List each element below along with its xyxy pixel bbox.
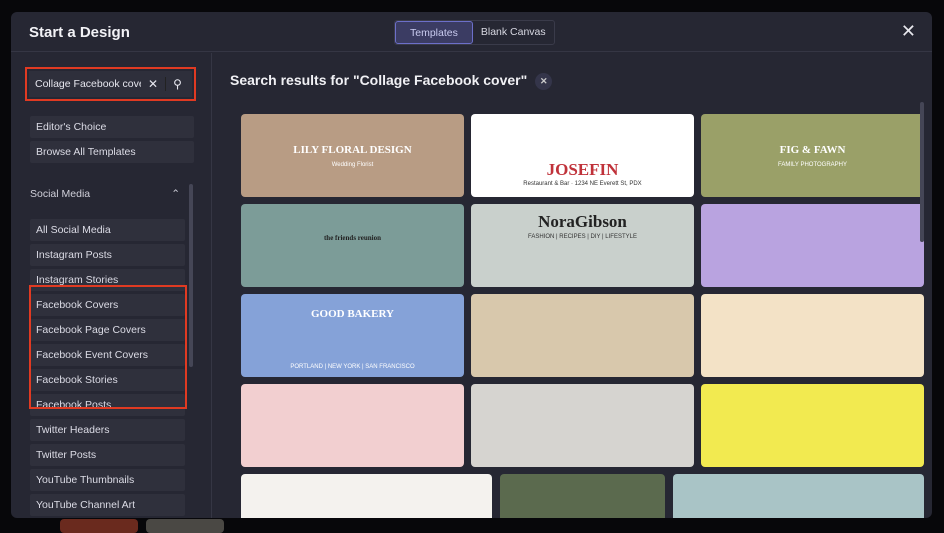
template-subtitle: PORTLAND | NEW YORK | SAN FRANCISCO: [290, 364, 415, 370]
sidebar-item-editors-choice[interactable]: Editor's Choice: [30, 116, 194, 138]
template-card[interactable]: [471, 294, 694, 377]
clear-results-icon[interactable]: ✕: [535, 72, 553, 90]
results-scrollbar[interactable]: [920, 102, 924, 242]
template-subtitle: FASHION | RECIPES | DIY | LIFESTYLE: [528, 234, 637, 240]
sidebar-item-youtube-channel-art[interactable]: YouTube Channel Art: [30, 494, 185, 516]
close-icon[interactable]: ✕: [901, 21, 916, 42]
sidebar-item-twitter-posts[interactable]: Twitter Posts: [30, 444, 185, 466]
template-card[interactable]: JOSEFIN Restaurant & Bar · 1234 NE Everet…: [471, 114, 694, 197]
template-title: LILY FLORAL DESIGN: [293, 144, 412, 156]
template-subtitle: Restaurant & Bar · 1234 NE Everett St, P…: [523, 181, 642, 187]
template-card[interactable]: [500, 474, 665, 518]
template-card[interactable]: [673, 474, 924, 518]
results-title-text: Search results for "Collage Facebook cov…: [230, 72, 528, 88]
tab-blank-canvas[interactable]: Blank Canvas: [473, 21, 554, 44]
template-card[interactable]: [701, 384, 924, 467]
facebook-items-highlight: [29, 285, 187, 409]
template-card[interactable]: the friends reunion: [241, 204, 464, 287]
start-design-dialog: Start a Design Templates Blank Canvas ✕ …: [11, 12, 932, 518]
results-title: Search results for "Collage Facebook cov…: [230, 72, 553, 90]
tab-templates[interactable]: Templates: [395, 21, 473, 44]
sidebar-item-youtube-thumbnails[interactable]: YouTube Thumbnails: [30, 469, 185, 491]
template-card[interactable]: [241, 474, 492, 518]
template-card[interactable]: [701, 204, 924, 287]
template-subtitle: Wedding Florist: [331, 162, 374, 168]
template-card[interactable]: NoraGibson FASHION | RECIPES | DIY | LIFE…: [471, 204, 694, 287]
template-card[interactable]: FIG & FAWN FAMILY PHOTOGRAPHY: [701, 114, 924, 197]
section-social-media[interactable]: Social Media ⌃: [30, 188, 180, 200]
clear-search-icon[interactable]: ✕: [141, 77, 165, 91]
section-label: Social Media: [30, 188, 91, 200]
search-icon[interactable]: ⚲: [165, 77, 189, 91]
sidebar: ✕ ⚲ Editor's Choice Browse All Templates…: [11, 53, 212, 518]
mode-toggle: Templates Blank Canvas: [394, 20, 555, 45]
sidebar-item-twitter-headers[interactable]: Twitter Headers: [30, 419, 185, 441]
template-title: NoraGibson: [538, 212, 627, 231]
template-title: FIG & FAWN: [779, 144, 846, 156]
sidebar-item-all-social-media[interactable]: All Social Media: [30, 219, 185, 241]
template-subtitle: FAMILY PHOTOGRAPHY: [777, 162, 848, 168]
dialog-title: Start a Design: [29, 24, 130, 41]
template-title: the friends reunion: [323, 234, 382, 242]
template-card[interactable]: [701, 294, 924, 377]
search-highlight: ✕ ⚲: [25, 67, 196, 101]
search-input[interactable]: [29, 78, 141, 90]
template-title: GOOD BAKERY: [310, 308, 395, 320]
template-card[interactable]: [241, 384, 464, 467]
chevron-up-icon: ⌃: [171, 188, 180, 200]
template-card[interactable]: [471, 384, 694, 467]
dialog-header: Start a Design Templates Blank Canvas ✕: [11, 12, 932, 52]
sidebar-scrollbar[interactable]: [189, 184, 193, 367]
template-card[interactable]: GOOD BAKERY PORTLAND | NEW YORK | SAN FRA…: [241, 294, 464, 377]
sidebar-item-browse-all[interactable]: Browse All Templates: [30, 141, 194, 163]
sidebar-item-instagram-posts[interactable]: Instagram Posts: [30, 244, 185, 266]
results-panel: Search results for "Collage Facebook cov…: [213, 53, 932, 518]
template-card[interactable]: LILY FLORAL DESIGN Wedding Florist: [241, 114, 464, 197]
template-title: JOSEFIN: [546, 160, 619, 179]
